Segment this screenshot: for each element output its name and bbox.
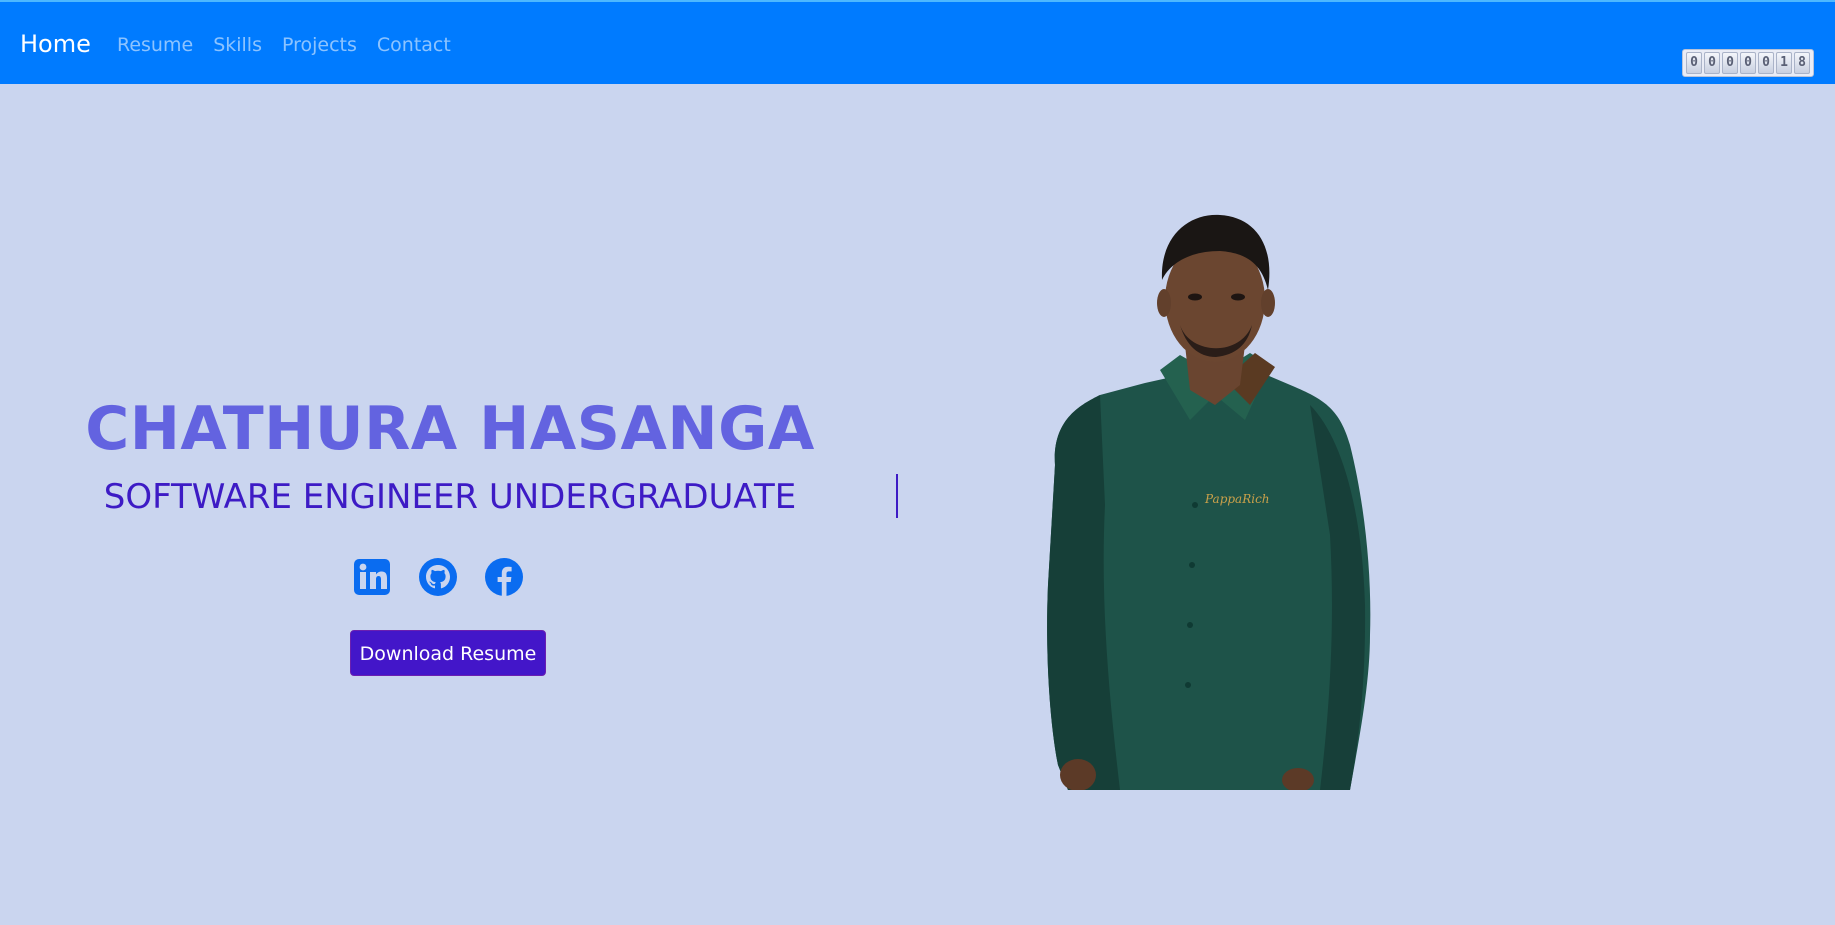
nav-home-link[interactable]: Home [20, 29, 91, 59]
hero-name: CHATHURA HASANGA [85, 394, 815, 464]
counter-digit: 0 [1758, 52, 1774, 74]
counter-digit: 8 [1794, 52, 1810, 74]
counter-digit: 0 [1704, 52, 1720, 74]
nav-projects-link[interactable]: Projects [282, 33, 357, 57]
counter-digit: 1 [1776, 52, 1792, 74]
nav-links: Resume Skills Projects Contact [117, 33, 451, 57]
nav-skills-link[interactable]: Skills [213, 33, 262, 57]
nav-resume-link[interactable]: Resume [117, 33, 193, 57]
nav-contact-link[interactable]: Contact [377, 33, 451, 57]
profile-photo: PappaRich [1047, 214, 1371, 790]
social-links [352, 557, 524, 597]
linkedin-link[interactable] [352, 557, 392, 597]
facebook-link[interactable] [484, 557, 524, 597]
visitor-counter: 0 0 0 0 0 1 8 [1682, 49, 1814, 77]
typing-cursor [896, 474, 898, 518]
facebook-icon [485, 558, 523, 596]
github-icon [419, 558, 457, 596]
download-resume-button[interactable]: Download Resume [350, 630, 546, 676]
counter-digit: 0 [1686, 52, 1702, 74]
shirt-logo: PappaRich [1204, 492, 1270, 506]
github-link[interactable] [418, 557, 458, 597]
counter-digit: 0 [1740, 52, 1756, 74]
hero-title: SOFTWARE ENGINEER UNDERGRADUATE [103, 477, 797, 517]
counter-digit: 0 [1722, 52, 1738, 74]
top-navbar: Home Resume Skills Projects Contact 0 0 … [0, 0, 1835, 84]
linkedin-icon [354, 559, 390, 595]
